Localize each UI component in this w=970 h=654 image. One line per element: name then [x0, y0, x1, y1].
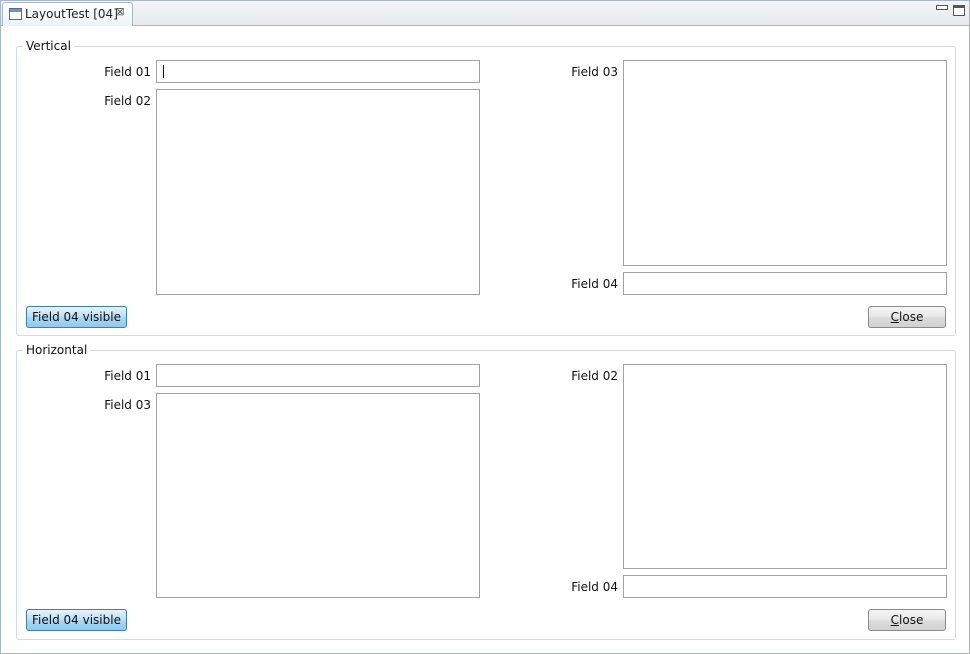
- group-legend: Horizontal: [23, 343, 91, 357]
- field04-label: Field 04: [571, 580, 618, 594]
- text-caret: [163, 65, 164, 78]
- group-legend: Vertical: [23, 39, 74, 53]
- tab-bar: LayoutTest [04] ⊠: [1, 1, 969, 26]
- field01-input[interactable]: [156, 60, 480, 83]
- field03-textarea[interactable]: [156, 393, 480, 598]
- minimize-icon[interactable]: [936, 5, 948, 10]
- field04-input[interactable]: [623, 575, 947, 598]
- close-label: lose: [899, 310, 924, 324]
- field04-visible-button[interactable]: Field 04 visible: [26, 609, 127, 631]
- field02-textarea[interactable]: [156, 89, 480, 295]
- close-mnemonic: C: [890, 310, 900, 324]
- field02-label: Field 02: [571, 369, 618, 383]
- field02-textarea[interactable]: [623, 364, 947, 569]
- field03-label: Field 03: [571, 65, 618, 79]
- maximize-icon[interactable]: [953, 5, 965, 16]
- editor-window: LayoutTest [04] ⊠ Vertical Field 01 Fiel…: [0, 0, 970, 654]
- close-mnemonic: C: [890, 613, 900, 627]
- field03-textarea[interactable]: [623, 60, 947, 266]
- field01-label: Field 01: [104, 369, 151, 383]
- close-icon[interactable]: ⊠: [114, 6, 126, 18]
- field04-visible-button[interactable]: Field 04 visible: [26, 306, 127, 328]
- close-button[interactable]: Close: [868, 609, 946, 631]
- tab-layouttest[interactable]: LayoutTest [04] ⊠: [2, 2, 133, 26]
- field04-label: Field 04: [571, 277, 618, 291]
- tab-title: LayoutTest [04]: [25, 7, 118, 21]
- close-label: lose: [899, 613, 924, 627]
- field01-input[interactable]: [156, 364, 480, 387]
- field03-label: Field 03: [104, 398, 151, 412]
- field04-input[interactable]: [623, 272, 947, 295]
- close-button[interactable]: Close: [868, 306, 946, 328]
- field02-label: Field 02: [104, 94, 151, 108]
- field01-label: Field 01: [104, 65, 151, 79]
- window-icon: [9, 8, 22, 20]
- content-area: Vertical Field 01 Field 02 Field 03 Fiel…: [2, 26, 968, 652]
